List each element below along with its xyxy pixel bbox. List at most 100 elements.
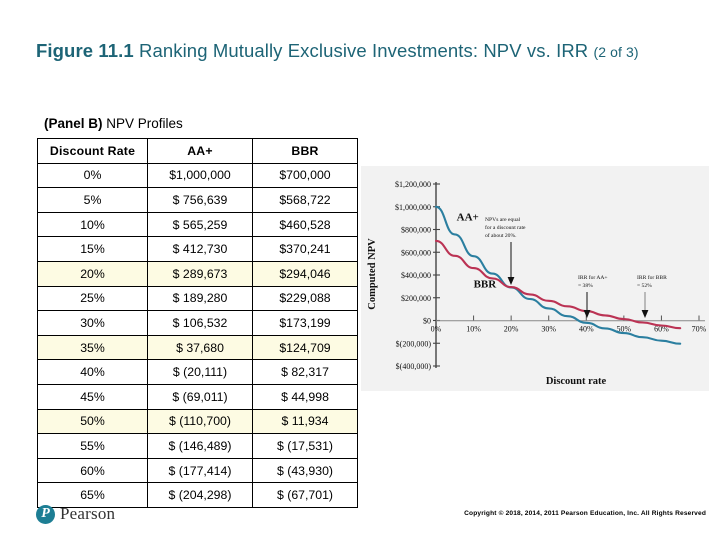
bbr-cell: $ 82,317 bbox=[252, 359, 358, 385]
rate-cell: 30% bbox=[37, 310, 148, 336]
chart-svg: $1,200,000 $1,000,000 $800,000 $600,000 $400… bbox=[367, 180, 707, 387]
table-row: 15% $ 412,730 $370,241 bbox=[37, 236, 358, 262]
bbr-cell: $ 11,934 bbox=[252, 408, 358, 435]
figure-number: Figure 11.1 bbox=[36, 40, 134, 61]
annotation-crossover: NPVs are equal for a discount rate of ab… bbox=[485, 217, 526, 285]
annotation-irr-aa-line2: = 38% bbox=[578, 283, 593, 289]
x-tick-label: 10% bbox=[466, 325, 481, 334]
aa-plus-cell: $ 412,730 bbox=[147, 236, 253, 262]
aa-plus-cell: $ 289,673 bbox=[147, 260, 253, 287]
rate-cell: 35% bbox=[37, 334, 148, 361]
rate-cell: 0% bbox=[37, 162, 148, 189]
figure-title-text: Ranking Mutually Exclusive Investments: … bbox=[133, 40, 594, 61]
y-tick-label: $800,000 bbox=[401, 226, 431, 235]
aa-plus-cell: $ (204,298) bbox=[147, 482, 253, 508]
aa-plus-cell: $ (20,111) bbox=[147, 359, 253, 385]
y-axis-label: Computed NPV bbox=[367, 238, 378, 310]
panel-caption: (Panel B) NPV Profiles bbox=[44, 116, 183, 131]
rate-cell: 60% bbox=[37, 457, 148, 484]
copyright-notice: Copyright © 2018, 2014, 2011 Pearson Edu… bbox=[464, 510, 706, 517]
bbr-cell: $460,528 bbox=[252, 211, 358, 238]
panel-label: (Panel B) bbox=[44, 116, 103, 131]
series-label-aa-plus: AA+ bbox=[457, 211, 479, 223]
rate-cell: 55% bbox=[37, 433, 148, 459]
bbr-cell: $370,241 bbox=[252, 236, 358, 262]
table-row: 5% $ 756,639 $568,722 bbox=[37, 187, 358, 213]
pearson-logo: P Pearson bbox=[36, 504, 115, 524]
bbr-cell: $568,722 bbox=[252, 187, 358, 213]
annotation-irr-bbr-arrow-head bbox=[641, 310, 649, 318]
annotation-crossover-line2: for a discount rate bbox=[485, 224, 526, 231]
rate-cell: 10% bbox=[37, 211, 148, 238]
annotation-crossover-line3: of about 20%. bbox=[485, 232, 517, 239]
bbr-cell: $ (67,701) bbox=[252, 482, 358, 508]
table-row: 10% $ 565,259 $460,528 bbox=[37, 211, 358, 238]
table-row: 45% $ (69,011) $ 44,998 bbox=[37, 383, 358, 410]
aa-plus-cell: $1,000,000 bbox=[147, 162, 253, 189]
column-header-discount-rate: Discount Rate bbox=[37, 138, 148, 164]
aa-plus-cell: $ (69,011) bbox=[147, 383, 253, 410]
pearson-wordmark: Pearson bbox=[60, 504, 116, 523]
bbr-cell: $ 44,998 bbox=[252, 383, 358, 410]
page-title: Figure 11.1 Ranking Mutually Exclusive I… bbox=[36, 36, 686, 67]
rate-cell: 20% bbox=[37, 260, 148, 287]
rate-cell: 25% bbox=[37, 285, 148, 312]
bbr-cell: $173,199 bbox=[252, 310, 358, 336]
annotation-irr-aa-arrow-head bbox=[583, 310, 591, 318]
annotation-irr-bbr-line2: = 52% bbox=[637, 283, 652, 289]
table-row: 60% $ (177,414) $ (43,930) bbox=[37, 457, 358, 484]
aa-plus-cell: $ (177,414) bbox=[147, 457, 253, 484]
pearson-p-icon: P bbox=[36, 504, 55, 524]
rate-cell: 45% bbox=[37, 383, 148, 410]
aa-plus-cell: $ 37,680 bbox=[147, 334, 253, 361]
table-row: 20% $ 289,673 $294,046 bbox=[37, 260, 358, 287]
y-tick-label: $400,000 bbox=[401, 271, 431, 280]
bbr-cell: $ (43,930) bbox=[252, 457, 358, 484]
y-tick-label: $200,000 bbox=[401, 294, 431, 303]
annotation-irr-bbr-line1: IRR for BBR bbox=[637, 274, 667, 281]
npv-profiles-table: Discount Rate AA+ BBR 0% $1,000,000 $700,0… bbox=[37, 138, 358, 508]
x-tick-label: 30% bbox=[541, 325, 556, 334]
bbr-cell: $700,000 bbox=[252, 162, 358, 189]
table-row: 0% $1,000,000 $700,000 bbox=[37, 162, 358, 189]
bbr-cell: $229,088 bbox=[252, 285, 358, 312]
column-header-bbr: BBR bbox=[252, 138, 358, 164]
y-tick-label: $1,000,000 bbox=[395, 203, 431, 212]
aa-plus-cell: $ (110,700) bbox=[147, 408, 253, 435]
rate-cell: 40% bbox=[37, 359, 148, 385]
x-tick-label: 20% bbox=[504, 325, 519, 334]
x-tick-label: 70% bbox=[692, 325, 707, 334]
npv-profile-chart: $1,200,000 $1,000,000 $800,000 $600,000 $400… bbox=[361, 166, 709, 391]
rate-cell: 50% bbox=[37, 408, 148, 435]
aa-plus-cell: $ (146,489) bbox=[147, 433, 253, 459]
aa-plus-cell: $ 189,280 bbox=[147, 285, 253, 312]
table-row: 55% $ (146,489) $ (17,531) bbox=[37, 433, 358, 459]
bbr-cell: $124,709 bbox=[252, 334, 358, 361]
rate-cell: 15% bbox=[37, 236, 148, 262]
annotation-crossover-arrow-head bbox=[507, 277, 515, 285]
figure-subtitle: (2 of 3) bbox=[593, 44, 639, 60]
annotation-irr-aa-line1: IRR for AA+ bbox=[578, 274, 608, 281]
annotation-crossover-line1: NPVs are equal bbox=[485, 217, 521, 223]
table-row: 30% $ 106,532 $173,199 bbox=[37, 310, 358, 336]
table-row: 35% $ 37,680 $124,709 bbox=[37, 334, 358, 361]
y-tick-label: $1,200,000 bbox=[395, 180, 431, 189]
rate-cell: 5% bbox=[37, 187, 148, 213]
y-axis-tick-labels: $1,200,000 $1,000,000 $800,000 $600,000 $400… bbox=[395, 180, 431, 371]
y-tick-label: $(400,000) bbox=[396, 362, 432, 371]
bbr-cell: $294,046 bbox=[252, 260, 358, 287]
aa-plus-cell: $ 756,639 bbox=[147, 187, 253, 213]
y-tick-label: $600,000 bbox=[401, 248, 431, 257]
aa-plus-cell: $ 106,532 bbox=[147, 310, 253, 336]
x-axis-label: Discount rate bbox=[546, 376, 607, 387]
table-row: 50% $ (110,700) $ 11,934 bbox=[37, 408, 358, 435]
table-row: 40% $ (20,111) $ 82,317 bbox=[37, 359, 358, 385]
column-header-aa-plus: AA+ bbox=[147, 138, 253, 164]
table-row: 25% $ 189,280 $229,088 bbox=[37, 285, 358, 312]
table-header-row: Discount Rate AA+ BBR bbox=[37, 138, 358, 164]
annotation-irr-bbr: IRR for BBR = 52% bbox=[637, 274, 667, 318]
panel-text: NPV Profiles bbox=[102, 116, 183, 131]
x-tick-label: 40% bbox=[579, 325, 594, 334]
bbr-cell: $ (17,531) bbox=[252, 433, 358, 459]
y-tick-label: $(200,000) bbox=[396, 339, 432, 348]
